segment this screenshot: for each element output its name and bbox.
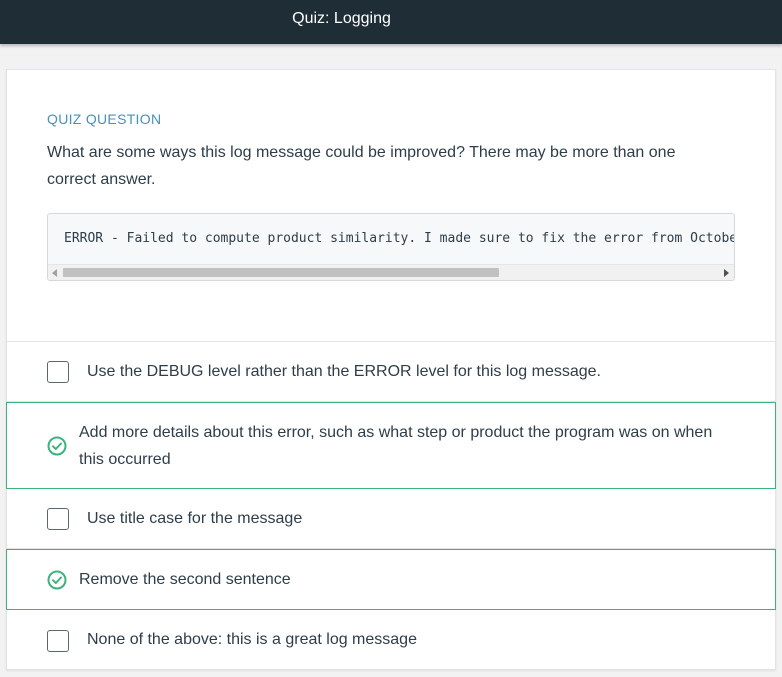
check-circle-icon (47, 436, 67, 456)
answer-option-2[interactable]: Add more details about this error, such … (6, 402, 776, 489)
code-text: ERROR - Failed to compute product simila… (64, 231, 734, 246)
option-label: None of the above: this is a great log m… (87, 631, 417, 648)
answer-option-4[interactable]: Remove the second sentence (6, 549, 776, 610)
option-label: Add more details about this error, such … (79, 424, 713, 468)
scrollbar-thumb[interactable] (63, 268, 499, 277)
scroll-left-arrow-icon[interactable] (52, 269, 57, 277)
check-circle-icon (47, 570, 67, 590)
option-label: Use the DEBUG level rather than the ERRO… (87, 363, 601, 380)
scroll-right-arrow-icon[interactable] (724, 269, 729, 277)
answer-option-5[interactable]: None of the above: this is a great log m… (7, 610, 775, 669)
option-label: Remove the second sentence (79, 571, 291, 588)
checkbox-icon[interactable] (47, 630, 69, 652)
checkbox-icon[interactable] (47, 361, 69, 383)
page-title: Quiz: Logging (292, 10, 391, 27)
code-block: ERROR - Failed to compute product simila… (47, 213, 735, 281)
question-area: QUIZ QUESTION What are some ways this lo… (7, 70, 775, 342)
quiz-question-label: QUIZ QUESTION (47, 111, 162, 127)
question-text: What are some ways this log message coul… (47, 144, 676, 188)
option-label: Use title case for the message (87, 510, 303, 527)
checkbox-icon[interactable] (47, 508, 69, 530)
answer-option-3[interactable]: Use title case for the message (7, 489, 775, 549)
quiz-card: QUIZ QUESTION What are some ways this lo… (6, 69, 776, 670)
top-bar: Quiz: Logging (0, 0, 782, 44)
answer-option-1[interactable]: Use the DEBUG level rather than the ERRO… (7, 342, 775, 402)
horizontal-scrollbar[interactable] (48, 264, 734, 280)
